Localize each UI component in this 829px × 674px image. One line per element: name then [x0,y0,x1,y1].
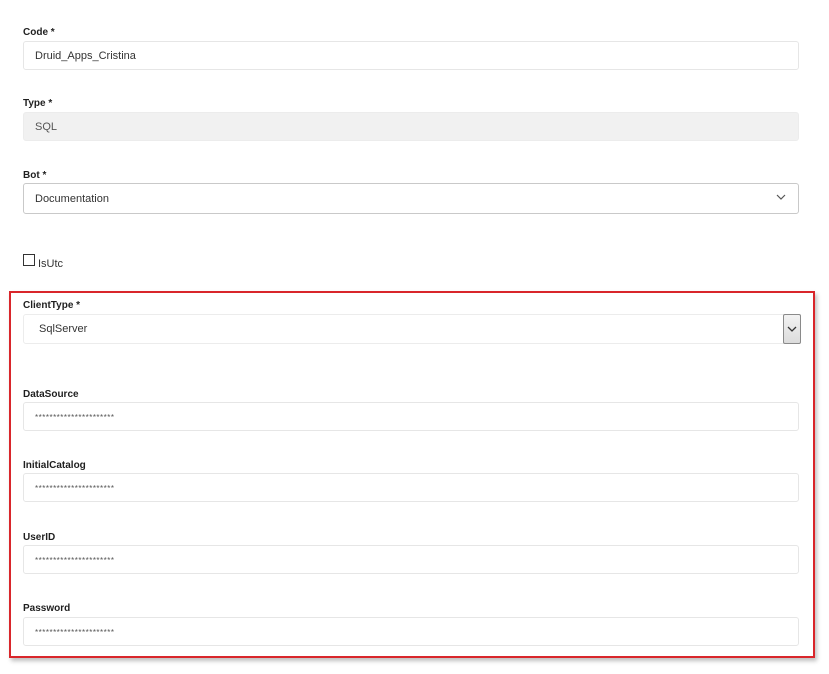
password-value: ********************** [35,628,115,637]
bot-select[interactable]: Documentation [23,183,799,214]
user-id-input[interactable]: ********************** [23,545,799,574]
data-source-label: DataSource [23,389,79,400]
data-source-input[interactable]: ********************** [23,402,799,431]
password-label: Password [23,603,71,614]
initial-catalog-input[interactable]: ********************** [23,473,799,502]
type-value: SQL [35,121,58,133]
bot-value: Documentation [35,193,109,205]
chevron-down-icon [776,194,786,200]
data-source-value: ********************** [35,413,115,422]
user-id-value: ********************** [35,556,115,565]
code-label: Code * [23,27,55,38]
initial-catalog-value: ********************** [35,484,115,493]
type-input: SQL [23,112,799,141]
client-type-select[interactable]: SqlServer [23,314,801,344]
code-value: Druid_Apps_Cristina [35,50,136,62]
client-type-value: SqlServer [39,323,88,335]
client-type-dropdown-button[interactable] [783,314,801,344]
is-utc-label: IsUtc [38,258,64,270]
password-input[interactable]: ********************** [23,617,799,646]
code-input[interactable]: Druid_Apps_Cristina [23,41,799,70]
is-utc-checkbox[interactable] [23,254,35,266]
bot-label: Bot * [23,170,47,181]
initial-catalog-label: InitialCatalog [23,460,86,471]
chevron-down-icon [787,326,797,332]
user-id-label: UserID [23,532,56,543]
client-type-label: ClientType * [23,300,81,311]
type-label: Type * [23,98,53,109]
